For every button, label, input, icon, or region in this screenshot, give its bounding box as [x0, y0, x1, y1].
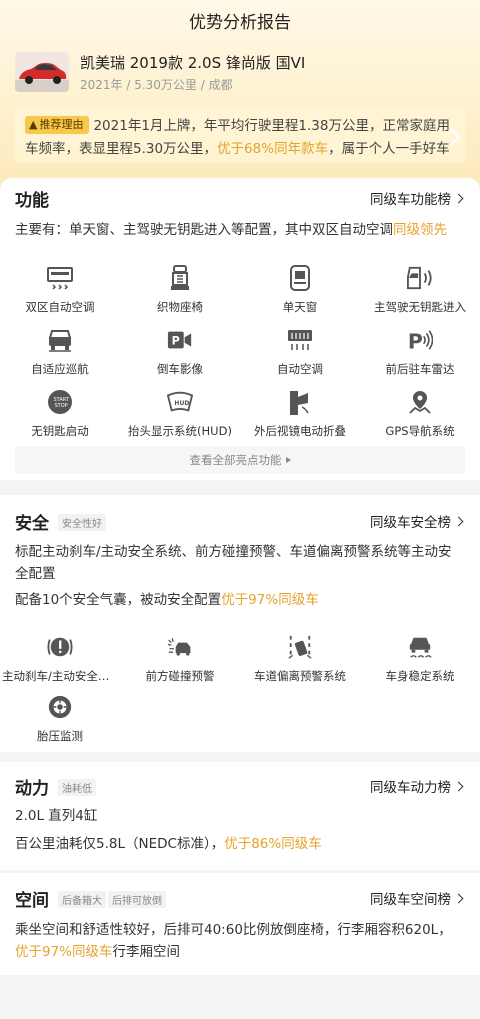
feature-item[interactable]: 自适应巡航: [0, 325, 120, 387]
safety-grid: 主动刹车/主动安全系统 前方碰撞预警 车道偏离预警系统 车身稳定系统 胎压监测: [0, 632, 480, 752]
safety-desc-active: 标配主动刹车/主动安全系统、前方碰撞预警、车道偏离预警系统等主动安全配置: [15, 544, 452, 582]
reverse-camera-icon: P: [167, 327, 193, 353]
car-name[interactable]: 凯美瑞 2019款 2.0S 锋尚版 国VI: [80, 52, 305, 73]
tire-pressure-icon: [47, 694, 73, 720]
safety-item[interactable]: 胎压监测: [0, 692, 120, 752]
parking-radar-icon: P: [407, 327, 433, 353]
power-engine: 2.0L 直列4缸: [15, 808, 98, 824]
power-tag: 油耗低: [58, 779, 96, 796]
dual-zone-ac-icon: [47, 265, 73, 291]
feature-item[interactable]: 主驾驶无钥匙进入: [360, 263, 480, 325]
space-desc: 乘坐空间和舒适性较好，后排可40:60比例放倒座椅，行李厢容积620L，优于97…: [15, 922, 452, 960]
space-rank-link[interactable]: 同级车空间榜: [370, 888, 464, 908]
power-title: 动力: [15, 779, 49, 799]
svg-text:STOP: STOP: [55, 403, 68, 409]
auto-ac-icon: [287, 327, 313, 353]
feature-item[interactable]: 自动空调: [240, 325, 360, 387]
stability-icon: [407, 634, 433, 660]
feature-item[interactable]: 双区自动空调: [0, 263, 120, 325]
safety-desc-passive: 配备10个安全气囊，被动安全配置优于97%同级车: [15, 592, 319, 608]
reason-text-end: ，属于个人一手好车: [328, 141, 450, 157]
svg-text:P: P: [172, 335, 180, 348]
power-fuel: 百公里油耗仅5.8L（NEDC标准），优于86%同级车: [15, 836, 322, 852]
safety-title: 安全: [15, 514, 49, 534]
page-title: 优势分析报告: [189, 13, 291, 33]
recommend-reason: ▲ 推荐理由 2021年1月上牌，年平均行驶里程1.38万公里，正常家庭用车频率，表…: [15, 108, 465, 163]
car-thumbnail[interactable]: [15, 52, 69, 92]
power-rank-link[interactable]: 同级车动力榜: [370, 776, 464, 796]
feature-item[interactable]: START STOP 无钥匙启动: [0, 387, 120, 449]
feature-item[interactable]: GPS导航系统: [360, 387, 480, 449]
features-desc: 主要有：单天窗、主驾驶无钥匙进入等配置，其中双区自动空调同级领先: [15, 222, 447, 238]
features-section: 功能 同级车功能榜 主要有：单天窗、主驾驶无钥匙进入等配置，其中双区自动空调同级…: [0, 178, 480, 480]
space-section: 空间 后备箱大 后排可放倒 同级车空间榜 乘坐空间和舒适性较好，后排可40:60…: [0, 873, 480, 975]
car-meta: 2021年 / 5.30万公里 / 成都: [80, 78, 233, 92]
feature-item[interactable]: P 倒车影像: [120, 325, 240, 387]
chevron-right-icon: [453, 893, 464, 904]
view-all-features-button[interactable]: 查看全部亮点功能: [15, 446, 465, 474]
features-title: 功能: [15, 191, 49, 211]
feature-item[interactable]: P 前后驻车雷达: [360, 325, 480, 387]
svg-text:HUD: HUD: [174, 400, 189, 407]
space-tag-trunk: 后备箱大: [58, 891, 106, 908]
safety-item[interactable]: 主动刹车/主动安全系统: [0, 632, 120, 692]
safety-rank-link[interactable]: 同级车安全榜: [370, 511, 464, 531]
feature-item[interactable]: 单天窗: [240, 263, 360, 325]
chevron-right-icon: [453, 781, 464, 792]
keyless-start-icon: START STOP: [47, 389, 73, 415]
safety-item[interactable]: 车道偏离预警系统: [240, 632, 360, 692]
safety-section: 安全 安全性好 同级车安全榜 标配主动刹车/主动安全系统、前方碰撞预警、车道偏离…: [0, 495, 480, 752]
safety-item[interactable]: 车身稳定系统: [360, 632, 480, 692]
mirror-fold-icon: [287, 389, 313, 415]
feature-item[interactable]: 外后视镜电动折叠: [240, 387, 360, 449]
fabric-seat-icon: [167, 265, 193, 291]
chevron-right-icon: [453, 193, 464, 204]
safety-tag: 安全性好: [58, 514, 106, 531]
keyless-entry-icon: [407, 265, 433, 291]
gps-icon: [407, 389, 433, 415]
triangle-right-icon: [285, 457, 291, 463]
safety-item[interactable]: 前方碰撞预警: [120, 632, 240, 692]
lane-departure-icon: [287, 634, 313, 660]
active-brake-icon: [47, 634, 73, 660]
collision-warning-icon: [167, 634, 193, 660]
recommend-tag: ▲ 推荐理由: [25, 116, 90, 134]
space-tag-fold: 后排可放倒: [108, 891, 166, 908]
feature-item[interactable]: HUD 抬头显示系统(HUD): [120, 387, 240, 449]
features-rank-link[interactable]: 同级车功能榜: [370, 188, 464, 208]
space-title: 空间: [15, 891, 49, 911]
features-grid: 双区自动空调 织物座椅 单天窗 主驾驶无钥匙进入 自适应巡航 P 倒车影像 自动…: [0, 263, 480, 449]
adaptive-cruise-icon: [47, 327, 73, 353]
thumbs-up-icon: ▲: [29, 118, 38, 131]
hud-icon: HUD: [167, 389, 193, 415]
power-section: 动力 油耗低 同级车动力榜 2.0L 直列4缸 百公里油耗仅5.8L（NEDC标…: [0, 762, 480, 870]
svg-text:P: P: [408, 329, 423, 353]
feature-item[interactable]: 织物座椅: [120, 263, 240, 325]
chevron-right-icon: [453, 516, 464, 527]
sunroof-icon: [287, 265, 313, 291]
reason-highlight: 优于68%同年款车: [217, 141, 329, 157]
